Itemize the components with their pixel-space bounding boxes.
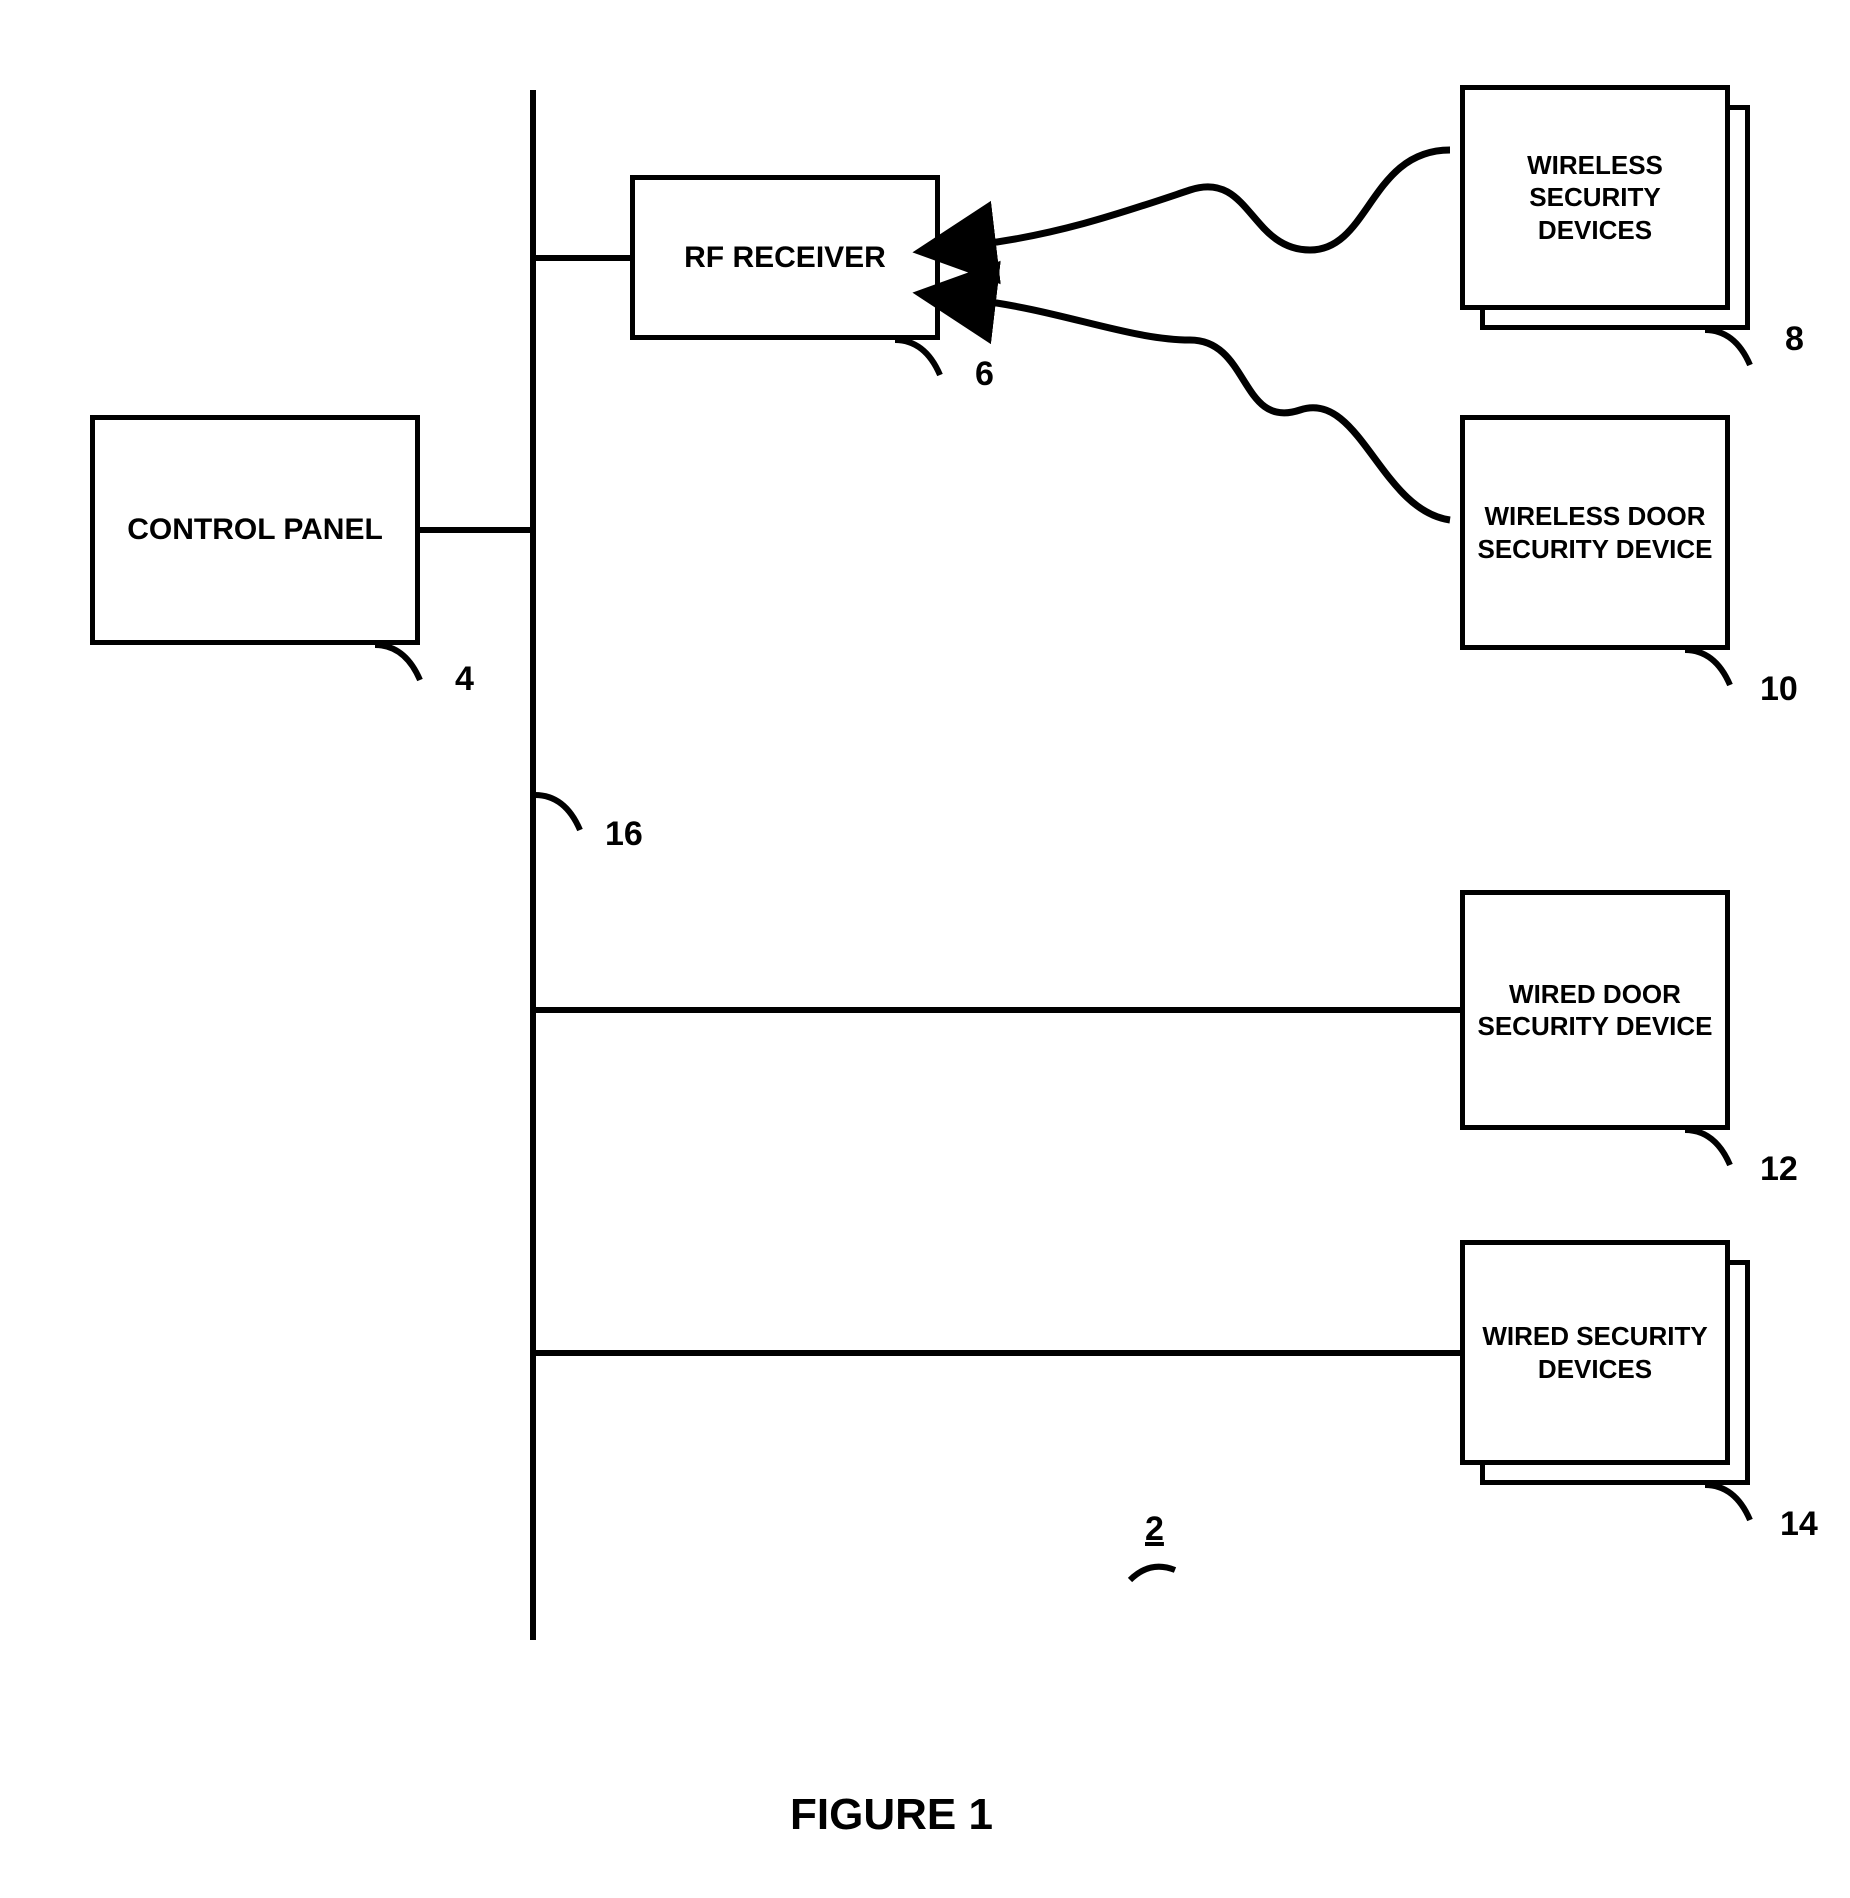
ref-tick-6	[890, 335, 960, 385]
ref-tick-12	[1680, 1125, 1750, 1175]
ref-tick-10	[1680, 645, 1750, 695]
ref-tick-16	[530, 790, 600, 840]
wireless-arrow-top	[940, 140, 1460, 300]
wireless-arrow-bottom	[940, 280, 1460, 540]
ref-tick-4	[370, 640, 440, 690]
diagram-canvas: CONTROL PANEL RF RECEIVER WIRELESS SECUR…	[0, 0, 1850, 1898]
ref-label-4: 4	[455, 660, 474, 699]
ref-tick-8	[1700, 325, 1770, 375]
wired-devices-connector	[536, 1350, 1460, 1356]
ref-label-2: 2	[1145, 1510, 1164, 1549]
wired-door-security-device-label: WIRED DOOR SECURITY DEVICE	[1473, 978, 1717, 1043]
wired-security-devices-label: WIRED SECURITY DEVICES	[1473, 1320, 1717, 1385]
control-panel-box: CONTROL PANEL	[90, 415, 420, 645]
wireless-security-devices-box: WIRELESS SECURITY DEVICES	[1460, 85, 1730, 310]
rf-receiver-connector	[536, 255, 630, 261]
ref-label-8: 8	[1785, 320, 1804, 359]
ref-label-12: 12	[1760, 1150, 1798, 1189]
control-panel-label: CONTROL PANEL	[127, 511, 383, 549]
wired-door-security-device-box: WIRED DOOR SECURITY DEVICE	[1460, 890, 1730, 1130]
wired-door-connector	[536, 1007, 1460, 1013]
ref-label-14: 14	[1780, 1505, 1818, 1544]
control-panel-connector	[420, 527, 530, 533]
wireless-door-security-device-label: WIRELESS DOOR SECURITY DEVICE	[1473, 500, 1717, 565]
bus-line	[530, 90, 536, 1640]
ref-label-16: 16	[605, 815, 643, 854]
rf-receiver-label: RF RECEIVER	[684, 239, 886, 277]
ref-label-6: 6	[975, 355, 994, 394]
wireless-door-security-device-box: WIRELESS DOOR SECURITY DEVICE	[1460, 415, 1730, 650]
figure-label: FIGURE 1	[790, 1790, 993, 1840]
ref-tick-14	[1700, 1480, 1770, 1530]
ref-tick-2	[1125, 1555, 1185, 1590]
wired-security-devices-box: WIRED SECURITY DEVICES	[1460, 1240, 1730, 1465]
wireless-security-devices-label: WIRELESS SECURITY DEVICES	[1473, 149, 1717, 247]
ref-label-10: 10	[1760, 670, 1798, 709]
rf-receiver-box: RF RECEIVER	[630, 175, 940, 340]
